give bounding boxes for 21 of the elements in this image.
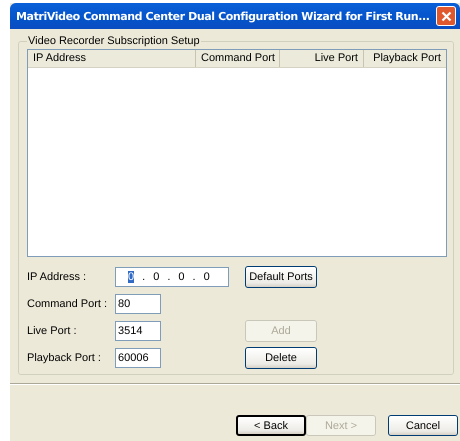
field-label: Command Port :: [27, 298, 108, 310]
port-field[interactable]: 60006: [115, 348, 161, 368]
recorder-list[interactable]: IP Address Command Port Live Port Playback Port: [27, 49, 447, 257]
close-icon: [440, 10, 452, 22]
port-field[interactable]: 80: [115, 294, 161, 314]
field-label: IP Address :: [27, 271, 88, 283]
delete-button[interactable]: Delete: [245, 347, 317, 369]
window-title: MatriVideo Command Center Dual Configuration Wizard for First Run...: [16, 10, 430, 22]
cancel-button[interactable]: Cancel: [388, 415, 458, 436]
ip-address-field[interactable]: 0 . 0 . 0 . 0: [115, 267, 229, 287]
column-header[interactable]: Live Port: [280, 50, 364, 67]
column-header[interactable]: IP Address: [28, 50, 196, 67]
group-title: Video Recorder Subscription Setup: [27, 35, 201, 47]
column-header[interactable]: Playback Port: [364, 50, 446, 67]
close-button[interactable]: [436, 6, 456, 26]
field-label: Playback Port :: [27, 352, 102, 364]
column-header[interactable]: Command Port: [196, 50, 280, 67]
back-button[interactable]: < Back: [236, 415, 306, 436]
port-field[interactable]: 3514: [115, 321, 161, 341]
field-label: Live Port :: [27, 325, 78, 337]
default-ports-button[interactable]: Default Ports: [245, 266, 317, 288]
